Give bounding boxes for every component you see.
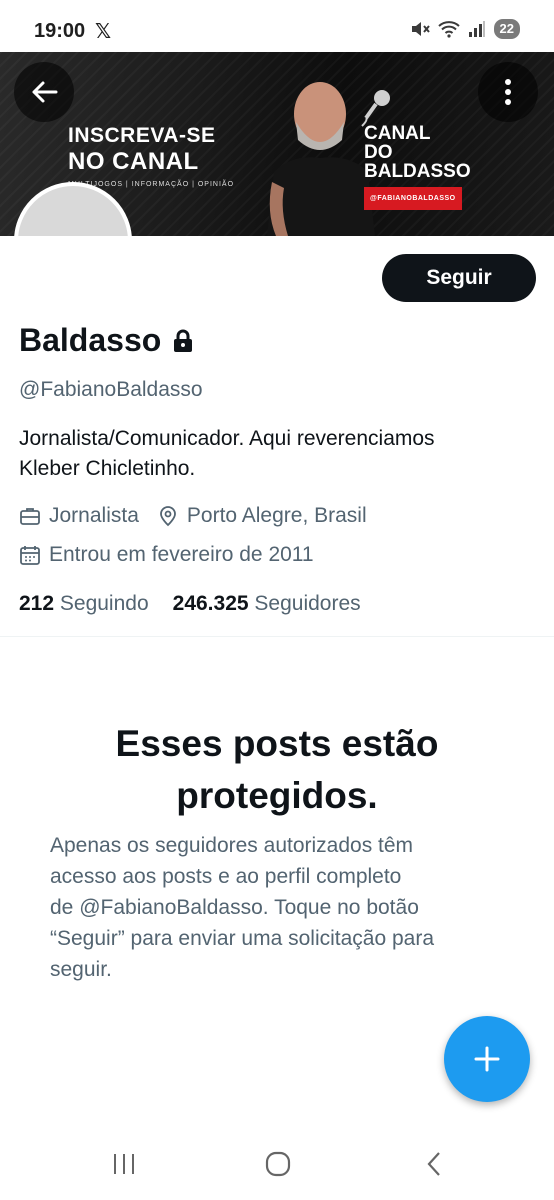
bio-line: Jornalista/Comunicador. Aqui reverenciam… <box>19 427 435 450</box>
back-button[interactable] <box>14 62 74 122</box>
following-link[interactable]: 212 Seguindo <box>19 592 149 616</box>
location-pin-icon <box>159 506 176 527</box>
location: Porto Alegre, Brasil <box>186 504 367 527</box>
home-icon <box>265 1151 291 1177</box>
profile-joined: Entrou em fevereiro de 2011 <box>19 543 314 567</box>
display-name: Baldasso <box>19 322 162 358</box>
banner-brand: CANAL DO BALDASSO @FABIANOBALDASSO <box>364 124 471 210</box>
more-options-button[interactable] <box>478 62 538 122</box>
banner-brand-tag: @FABIANOBALDASSO <box>364 187 462 210</box>
following-label: Seguindo <box>59 592 149 615</box>
recents-icon <box>114 1154 134 1174</box>
recents-button[interactable] <box>104 1148 144 1180</box>
follow-button[interactable]: Seguir <box>382 254 536 302</box>
signal-icon <box>468 21 485 37</box>
banner-brand-line2: DO <box>364 142 393 163</box>
mute-icon <box>411 22 430 36</box>
display-name-row: Baldasso <box>19 322 193 359</box>
bio-line: Kleber Chicletinho. <box>19 457 196 480</box>
protected-message-line: “Seguir” para enviar uma solicitação par… <box>50 927 435 950</box>
divider <box>0 636 554 637</box>
status-time: 19:00 <box>34 20 86 42</box>
banner-cta: INSCREVA-SE NO CANAL MULTIJOGOS | INFORM… <box>68 124 234 188</box>
home-button[interactable] <box>258 1148 298 1180</box>
banner-brand-line1: CANAL <box>364 123 431 144</box>
android-nav-bar <box>0 1128 554 1200</box>
bio: Jornalista/Comunicador. Aqui reverenciam… <box>19 424 539 484</box>
handle: @FabianoBaldasso <box>19 378 203 401</box>
battery-badge: 22 <box>493 19 520 39</box>
profession: Jornalista <box>49 504 139 527</box>
x-app-icon: 𝕏 <box>95 21 112 43</box>
status-icons: 22 <box>410 19 520 39</box>
plus-icon <box>474 1046 500 1072</box>
wifi-icon <box>437 21 460 38</box>
lock-icon <box>174 329 193 352</box>
more-vertical-icon <box>505 79 511 105</box>
back-nav-button[interactable] <box>414 1148 454 1180</box>
profile-meta: Jornalista Porto Alegre, Brasil <box>19 504 367 528</box>
following-count: 212 <box>19 592 55 615</box>
banner-cta-line1: INSCREVA-SE <box>68 124 216 147</box>
joined-date: Entrou em fevereiro de 2011 <box>49 543 314 566</box>
protected-message-line: seguir. <box>50 958 112 981</box>
followers-count: 246.325 <box>172 592 249 615</box>
followers-label: Seguidores <box>254 592 361 615</box>
status-bar: 19:00 𝕏 22 <box>0 0 554 52</box>
microphone-icon <box>361 90 390 127</box>
protected-message-line: Apenas os seguidores autorizados têm <box>50 834 414 857</box>
protected-message-line: de @FabianoBaldasso. Toque no botão <box>50 896 419 919</box>
compose-fab[interactable] <box>444 1016 530 1102</box>
chevron-left-icon <box>427 1152 440 1176</box>
banner-brand-line3: BALDASSO <box>364 161 471 182</box>
protected-title-line: protegidos. <box>176 775 378 816</box>
protected-message-line: acesso aos posts e ao perfil completo <box>50 865 402 888</box>
avatar[interactable] <box>14 182 132 236</box>
follow-counts: 212 Seguindo 246.325 Seguidores <box>19 592 361 616</box>
banner-cta-line2: NO CANAL <box>68 148 199 175</box>
protected-title: Esses posts estão protegidos. <box>0 718 554 822</box>
briefcase-icon <box>20 508 40 525</box>
protected-title-line: Esses posts estão <box>115 723 439 764</box>
protected-message: Apenas os seguidores autorizados têm ace… <box>50 830 500 985</box>
calendar-icon <box>20 546 40 565</box>
arrow-left-icon <box>32 81 58 103</box>
followers-link[interactable]: 246.325 Seguidores <box>173 592 361 616</box>
